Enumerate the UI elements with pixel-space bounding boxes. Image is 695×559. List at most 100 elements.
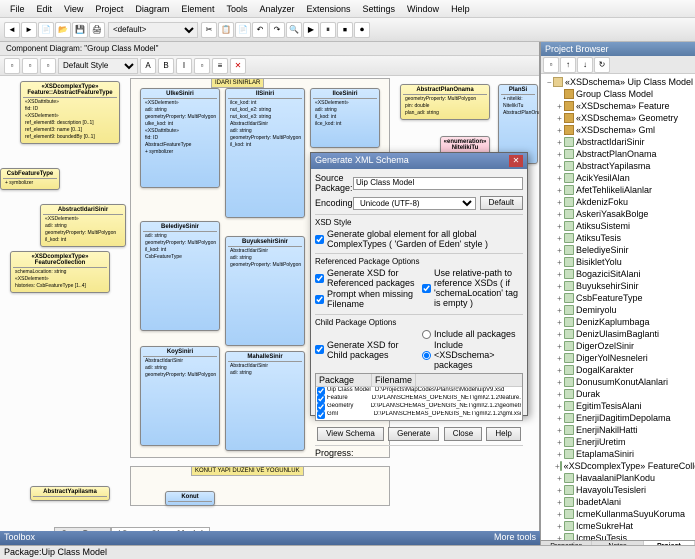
rad-xsd[interactable]: Include <XSDschema> packages xyxy=(422,340,523,370)
tree-class[interactable]: +AskeriYasakBolge xyxy=(543,208,693,220)
tb-icon[interactable]: ▫ xyxy=(40,58,56,74)
pause-icon[interactable]: ⏸ xyxy=(320,22,336,38)
table-row[interactable]: GeometryD:\PLAN\SCHEMAS_OPENGIS_NET\gml\… xyxy=(316,403,522,411)
tree-class[interactable]: +Durak xyxy=(543,388,693,400)
tree-class[interactable]: +EnerjiUretim xyxy=(543,436,693,448)
tree-class[interactable]: +EnerjiDagitimDepolama xyxy=(543,412,693,424)
redo-icon[interactable]: ↷ xyxy=(269,22,285,38)
tb-icon[interactable]: ▫ xyxy=(22,58,38,74)
table-row[interactable]: Uip Class ModelD:\Projects\MapCodes\Plan… xyxy=(316,387,522,395)
tree-class[interactable]: +Demiryolu xyxy=(543,304,693,316)
tree-class[interactable]: +IcmeSuTesis xyxy=(543,532,693,540)
tree-class[interactable]: +IcmeKullanmaSuyuKoruma xyxy=(543,508,693,520)
menu-extensions[interactable]: Extensions xyxy=(300,4,356,14)
encoding-select[interactable]: Unicode (UTF-8) xyxy=(353,197,476,210)
default-button[interactable]: Default xyxy=(480,196,523,210)
search-icon[interactable]: 🔍 xyxy=(286,22,302,38)
tb-icon[interactable]: ▫ xyxy=(4,58,20,74)
ref-chk2[interactable]: Use relative-path to reference XSDs ( if… xyxy=(422,268,523,308)
copy-icon[interactable]: 📋 xyxy=(218,22,234,38)
table-row[interactable]: GmlD:\PLAN\SCHEMAS_OPENGIS_NET\gml\2.1.2… xyxy=(316,411,522,419)
table-row[interactable]: FeatureD:\PLAN\SCHEMAS_OPENGIS_NET\gml\2… xyxy=(316,395,522,403)
fwd-icon[interactable]: ► xyxy=(21,22,37,38)
tree-class[interactable]: +AtiksuTesis xyxy=(543,232,693,244)
menu-settings[interactable]: Settings xyxy=(357,4,402,14)
rad-all[interactable]: Include all packages xyxy=(422,329,523,339)
tree-pkg[interactable]: +«XSDschema» Geometry xyxy=(543,112,693,124)
uml-konut[interactable]: Konut xyxy=(165,491,215,506)
uml-featurecollection[interactable]: «XSDcomplexType» FeatureCollection schem… xyxy=(10,251,110,293)
cut-icon[interactable]: ✂ xyxy=(201,22,217,38)
tree-class[interactable]: +BogaziciSitAlani xyxy=(543,268,693,280)
uml-abstractfeaturetype[interactable]: «XSDcomplexType» Feature::AbstractFeatur… xyxy=(20,81,120,144)
generate-button[interactable]: Generate xyxy=(388,427,439,441)
view-schema-button[interactable]: View Schema xyxy=(317,427,384,441)
paste-icon[interactable]: 📄 xyxy=(235,22,251,38)
refresh-icon[interactable]: ↻ xyxy=(594,57,610,73)
font-icon[interactable]: A xyxy=(140,58,156,74)
record-icon[interactable]: ⏺ xyxy=(354,22,370,38)
back-icon[interactable]: ◄ xyxy=(4,22,20,38)
uml-ilsiniri[interactable]: IlSiniri ilce_kod: int nut_kod_e2: strin… xyxy=(225,88,305,218)
menu-diagram[interactable]: Diagram xyxy=(129,4,175,14)
new-icon[interactable]: 📄 xyxy=(38,22,54,38)
open-icon[interactable]: 📂 xyxy=(55,22,71,38)
uml-abstractidari[interactable]: AbstractIdariSinir«XSDelement» adi: stri… xyxy=(40,204,126,247)
tree-class[interactable]: +BuyuksehirSinir xyxy=(543,280,693,292)
menu-help[interactable]: Help xyxy=(445,4,476,14)
menu-element[interactable]: Element xyxy=(175,4,220,14)
close-button[interactable]: Close xyxy=(444,427,482,441)
child-chk[interactable]: Generate XSD for Child packages xyxy=(315,329,416,370)
tree-class[interactable]: +AfetTehlikeliAlanlar xyxy=(543,184,693,196)
menu-file[interactable]: File xyxy=(4,4,31,14)
print-icon[interactable]: 🖨 xyxy=(89,22,105,38)
uml-abstractplanonama[interactable]: AbstractPlanOnama geometryProperty: Mult… xyxy=(400,84,490,120)
tree-class[interactable]: +HavaalaniPlanKodu xyxy=(543,472,693,484)
tree[interactable]: −«XSDschema» Uip Class Model Group Class… xyxy=(541,74,695,540)
uml-belediyesinir[interactable]: BelediyeSinir adi: string geometryProper… xyxy=(140,221,220,331)
new-icon[interactable]: ▫ xyxy=(543,57,559,73)
bold-icon[interactable]: B xyxy=(158,58,174,74)
style-combo[interactable]: Default Style xyxy=(58,58,138,74)
xsd-style-check[interactable]: Generate global element for all global C… xyxy=(315,229,523,249)
tree-class[interactable]: +DonusumKonutAlanlari xyxy=(543,376,693,388)
menu-window[interactable]: Window xyxy=(401,4,445,14)
menu-analyzer[interactable]: Analyzer xyxy=(253,4,300,14)
tree-pkg[interactable]: +«XSDschema» Feature xyxy=(543,100,693,112)
menu-project[interactable]: Project xyxy=(89,4,129,14)
uml-koysiniri[interactable]: KoySiniriAbstractIdariSinir adi: string … xyxy=(140,346,220,446)
tree-class[interactable]: +IbadetAlani xyxy=(543,496,693,508)
dialog-titlebar[interactable]: Generate XML Schema ✕ xyxy=(311,153,527,169)
tree-class[interactable]: +EgitimTesisAlani xyxy=(543,400,693,412)
menu-tools[interactable]: Tools xyxy=(220,4,253,14)
up-icon[interactable]: ↑ xyxy=(560,57,576,73)
tree-class[interactable]: +DigerYolNesneleri xyxy=(543,352,693,364)
uml-abstractyapilasma[interactable]: AbstractYapilasma xyxy=(30,486,110,501)
align-icon[interactable]: ≡ xyxy=(212,58,228,74)
tree-class[interactable]: +BelediyeSinir xyxy=(543,244,693,256)
tree-group[interactable]: Group Class Model xyxy=(543,88,693,100)
uml-mahallesinir[interactable]: MahalleSinirAbstractIdariSinir adi: stri… xyxy=(225,351,305,451)
uml-ilcesiniri[interactable]: IlceSiniri«XSDelement» adi: string il_ko… xyxy=(310,88,380,148)
tree-root[interactable]: −«XSDschema» Uip Class Model xyxy=(543,76,693,88)
tree-class[interactable]: +EtaplamaSiniri xyxy=(543,448,693,460)
tree-class[interactable]: +EnerjiNakilHatti xyxy=(543,424,693,436)
tree-class[interactable]: +AcikYesilAlan xyxy=(543,172,693,184)
italic-icon[interactable]: I xyxy=(176,58,192,74)
tree-class[interactable]: +AbstractPlanOnama xyxy=(543,148,693,160)
default-combo[interactable]: <default> xyxy=(108,22,198,38)
menu-view[interactable]: View xyxy=(58,4,89,14)
run-icon[interactable]: ▶ xyxy=(303,22,319,38)
stop-icon[interactable]: ⏹ xyxy=(337,22,353,38)
source-field[interactable]: Uip Class Model xyxy=(353,177,523,190)
menu-edit[interactable]: Edit xyxy=(31,4,59,14)
tree-class[interactable]: +BisikletYolu xyxy=(543,256,693,268)
help-button[interactable]: Help xyxy=(486,427,520,441)
tree-class[interactable]: +HavayoluTesisleri xyxy=(543,484,693,496)
tree-class[interactable]: +DenizUlasimBaglanti xyxy=(543,328,693,340)
more-tools[interactable]: More tools xyxy=(494,532,536,544)
ref-chk3[interactable]: Prompt when missing Filename xyxy=(315,289,416,309)
tree-class[interactable]: +«XSDcomplexType» FeatureCollection xyxy=(543,460,693,472)
tree-class[interactable]: +DigerOzelSinir xyxy=(543,340,693,352)
tree-class[interactable]: +AtiksuSistemi xyxy=(543,220,693,232)
